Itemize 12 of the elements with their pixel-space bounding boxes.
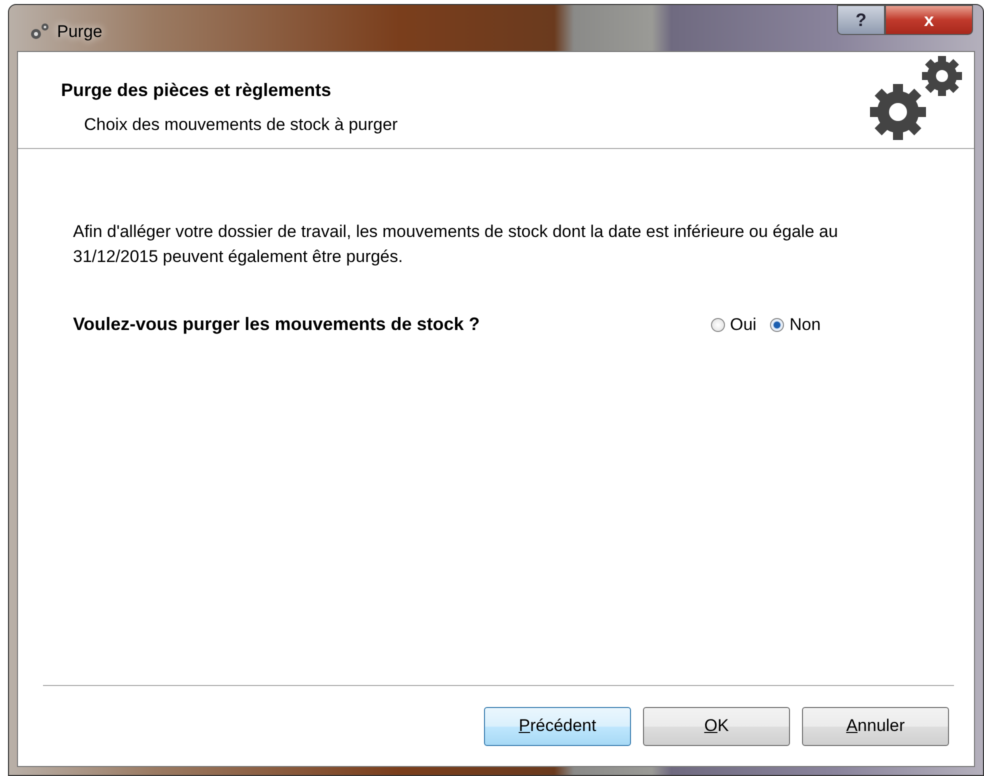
page-subtitle: Choix des mouvements de stock à purger (84, 115, 399, 135)
dialog-button[interactable]: OK (643, 706, 790, 746)
radio-option[interactable]: Non (770, 314, 821, 334)
help-button[interactable]: ? (837, 5, 885, 35)
radio-option[interactable]: Oui (711, 314, 756, 334)
close-button[interactable]: x (885, 5, 973, 35)
dialog-button[interactable]: Annuler (802, 706, 949, 746)
info-paragraph: Afin d'alléger votre dossier de travail, les mouvements de stock dont la date est inférieure ou égale au 31/12/2015 peuvent également être purgés. (73, 221, 839, 268)
dialog-button[interactable]: Précédent (484, 706, 631, 746)
question-label: Voulez-vous purger les mouvements de stock ? (73, 314, 481, 335)
page-title: Purge des pièces et règlements (61, 80, 332, 101)
window-title: Purge (57, 22, 102, 42)
